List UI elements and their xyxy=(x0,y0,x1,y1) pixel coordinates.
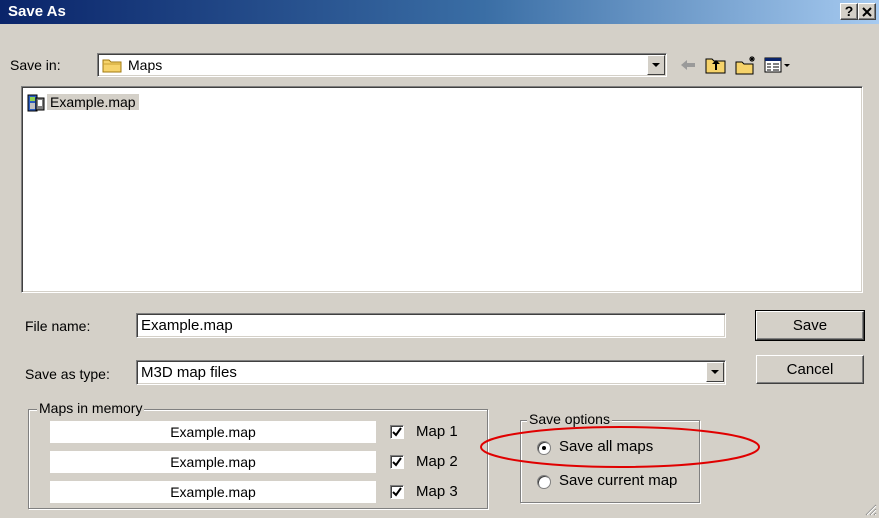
map-1-checkbox[interactable] xyxy=(390,425,404,439)
save-in-dropdown-arrow[interactable] xyxy=(647,55,665,75)
save-all-maps-radio[interactable] xyxy=(537,441,551,455)
resize-grip-icon[interactable] xyxy=(863,502,877,516)
folder-icon xyxy=(102,59,122,73)
file-list[interactable]: Example.map xyxy=(21,86,863,293)
save-in-value: Maps xyxy=(128,57,163,73)
memory-map-field: Example.map xyxy=(50,481,376,503)
save-as-dialog: Save As ? Save in: Maps Example.map File… xyxy=(0,0,879,518)
save-all-maps-label: Save all maps xyxy=(559,438,654,455)
up-folder-icon[interactable] xyxy=(704,54,728,76)
save-current-map-label: Save current map xyxy=(559,472,678,489)
save-options-title: Save options xyxy=(527,411,612,427)
back-arrow-icon[interactable] xyxy=(676,54,700,76)
map-3-label: Map 3 xyxy=(416,483,458,500)
memory-map-field: Example.map xyxy=(50,451,376,473)
view-menu-icon[interactable] xyxy=(763,54,793,76)
title-bar: Save As ? xyxy=(0,0,879,24)
map-2-label: Map 2 xyxy=(416,453,458,470)
file-name: Example.map xyxy=(47,94,139,110)
checkmark-icon xyxy=(392,487,402,497)
save-in-dropdown[interactable]: Maps xyxy=(97,53,667,77)
map-2-checkbox[interactable] xyxy=(390,455,404,469)
save-options-group: Save options xyxy=(520,411,700,503)
memory-map-field: Example.map xyxy=(50,421,376,443)
map-1-label: Map 1 xyxy=(416,423,458,440)
close-button[interactable] xyxy=(858,3,876,20)
save-type-label: Save as type: xyxy=(25,366,110,382)
window-title: Save As xyxy=(8,3,66,20)
file-name-label: File name: xyxy=(25,318,91,334)
save-type-dropdown-arrow[interactable] xyxy=(706,362,724,382)
close-icon xyxy=(862,7,872,17)
checkmark-icon xyxy=(392,427,402,437)
save-type-value: M3D map files xyxy=(141,364,237,381)
maps-in-memory-title: Maps in memory xyxy=(37,400,145,416)
cancel-button[interactable]: Cancel xyxy=(756,355,864,384)
save-type-dropdown[interactable]: M3D map files xyxy=(136,360,726,385)
help-button[interactable]: ? xyxy=(840,3,858,20)
save-button[interactable]: Save xyxy=(755,310,865,341)
new-folder-icon[interactable] xyxy=(734,54,758,76)
map-3-checkbox[interactable] xyxy=(390,485,404,499)
save-in-label: Save in: xyxy=(10,57,61,73)
map-file-icon xyxy=(27,94,45,112)
file-name-input[interactable]: Example.map xyxy=(136,313,726,338)
checkmark-icon xyxy=(392,457,402,467)
save-current-map-radio[interactable] xyxy=(537,475,551,489)
